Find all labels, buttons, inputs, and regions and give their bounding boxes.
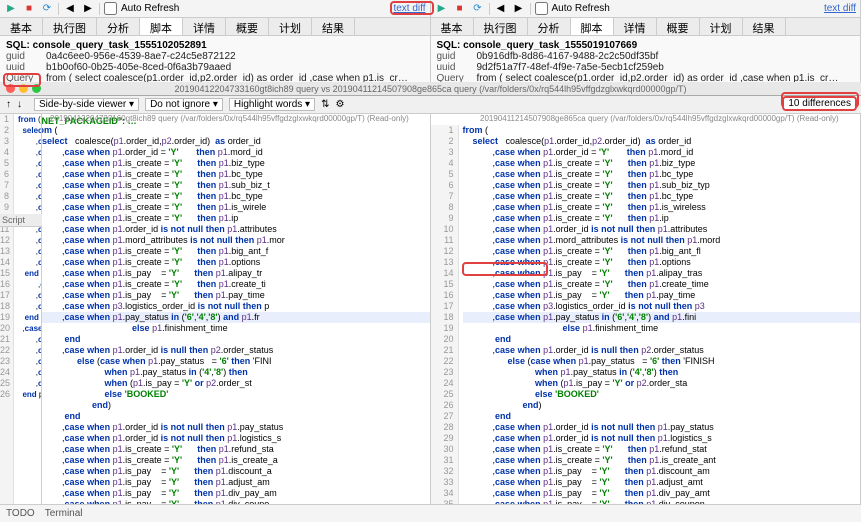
- side-by-side-select[interactable]: Side-by-side viewer ▾: [34, 98, 139, 111]
- text-diff-link-left[interactable]: text diff: [393, 3, 425, 14]
- prev-diff-icon[interactable]: ↑: [6, 99, 11, 110]
- left-uuid: b1b0of60-0b25-405e-8ced-0f6a3b79aaed: [46, 62, 231, 73]
- left-title: SQL: console_query_task_1555102052891: [6, 40, 424, 51]
- window-controls[interactable]: [6, 84, 41, 93]
- run-icon[interactable]: ▶: [4, 2, 18, 16]
- diff-count: 10 differences: [782, 96, 857, 111]
- left-code-pane[interactable]: 1234567891011121314151617181920212223242…: [0, 125, 431, 504]
- auto-refresh-checkbox[interactable]: [104, 2, 117, 15]
- left-toolbar: ▶ ■ ⟳ ◀ ▶ Auto Refresh text diff: [0, 0, 430, 18]
- run-icon[interactable]: ▶: [435, 2, 449, 16]
- auto-refresh-label: Auto Refresh: [121, 3, 179, 14]
- diff-toolbar: ↑ ↓ Side-by-side viewer ▾ Do not ignore …: [0, 96, 861, 114]
- settings-icon[interactable]: ⚙: [335, 99, 344, 110]
- refresh-icon[interactable]: ⟳: [471, 2, 485, 16]
- right-title: SQL: console_query_task_1555019107669: [437, 40, 855, 51]
- auto-refresh-checkbox[interactable]: [535, 2, 548, 15]
- tab-3[interactable]: 脚本: [140, 18, 183, 35]
- auto-refresh-label: Auto Refresh: [552, 3, 610, 14]
- text-diff-link-right[interactable]: text diff: [824, 3, 856, 14]
- stop-icon[interactable]: ■: [22, 2, 36, 16]
- next-icon[interactable]: ▶: [512, 2, 526, 16]
- right-tabs: 基本执行图分析脚本详情概要计划结果: [431, 18, 861, 36]
- tab-5[interactable]: 概要: [226, 18, 269, 35]
- tab-3[interactable]: 脚本: [571, 18, 614, 35]
- next-diff-icon[interactable]: ↓: [17, 99, 22, 110]
- tab-2[interactable]: 分析: [528, 18, 571, 35]
- right-code-pane[interactable]: 1234567891011121314151617181920212223242…: [431, 125, 861, 504]
- refresh-icon[interactable]: ⟳: [40, 2, 54, 16]
- tab-5[interactable]: 概要: [657, 18, 700, 35]
- script-label: Script: [0, 214, 42, 227]
- diff-window-title: 20190412204733160gt8ich89 query vs 20190…: [0, 82, 861, 96]
- ignore-select[interactable]: Do not ignore ▾: [145, 98, 223, 111]
- highlight-select[interactable]: Highlight words ▾: [229, 98, 315, 111]
- tab-0[interactable]: 基本: [431, 18, 474, 35]
- tab-1[interactable]: 执行图: [43, 18, 97, 35]
- prev-icon[interactable]: ◀: [63, 2, 77, 16]
- terminal-tab[interactable]: Terminal: [45, 508, 83, 519]
- stop-icon[interactable]: ■: [453, 2, 467, 16]
- right-toolbar: ▶ ■ ⟳ ◀ ▶ Auto Refresh text diff: [431, 0, 861, 18]
- tab-7[interactable]: 结果: [312, 18, 355, 35]
- bottom-bar: TODO Terminal: [0, 504, 861, 522]
- right-path: 20190411214507908ge865ca query (/var/fol…: [480, 114, 850, 123]
- sync-scroll-icon[interactable]: ⇅: [321, 99, 329, 110]
- todo-tab[interactable]: TODO: [6, 508, 35, 519]
- tab-1[interactable]: 执行图: [474, 18, 528, 35]
- tab-0[interactable]: 基本: [0, 18, 43, 35]
- tab-6[interactable]: 计划: [269, 18, 312, 35]
- script-preview-pane[interactable]: 1234567891011121314151617181920212223242…: [0, 114, 42, 504]
- tab-4[interactable]: 详情: [183, 18, 226, 35]
- tab-2[interactable]: 分析: [97, 18, 140, 35]
- left-path: 20190412204733160gt8ich89 query (/var/fo…: [50, 114, 430, 123]
- tab-4[interactable]: 详情: [614, 18, 657, 35]
- left-tabs: 基本执行图分析脚本详情概要计划结果: [0, 18, 430, 36]
- left-guid: 0a4c6ee0-956e-4539-8ae7-c24c5e872122: [46, 51, 236, 62]
- tab-6[interactable]: 计划: [700, 18, 743, 35]
- tab-7[interactable]: 结果: [743, 18, 786, 35]
- prev-icon[interactable]: ◀: [494, 2, 508, 16]
- next-icon[interactable]: ▶: [81, 2, 95, 16]
